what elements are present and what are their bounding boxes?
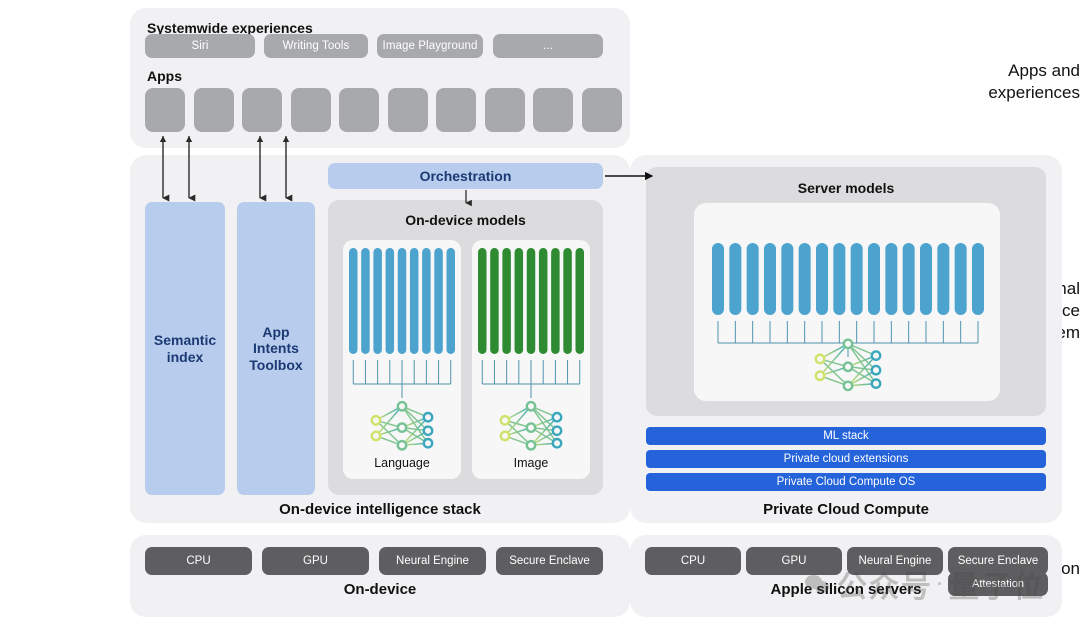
wechat-icon [805,573,831,595]
model-caption-image: Image [513,456,549,470]
server-silicon-chip-cpu[interactable]: CPU [645,547,741,575]
systemwide-pill-label: Siri [191,40,209,52]
app-icon[interactable] [436,88,476,132]
app-icon[interactable] [581,88,622,132]
systemwide-pill-writing-tools[interactable]: Writing Tools [264,34,368,58]
app-icon[interactable] [290,88,331,132]
semantic-index-block[interactable]: Semantic index [145,202,225,495]
watermark-text-1: 公众号 [837,571,933,604]
silicon-chip-gpu[interactable]: GPU [262,547,369,575]
systemwide-pill-label: Writing Tools [282,40,350,52]
app-icon[interactable] [193,88,234,132]
app-intents-toolbox-block[interactable]: App Intents Toolbox [237,202,315,495]
app-icon[interactable] [145,88,185,132]
orchestration-label: Orchestration [419,167,512,184]
watermark-separator: · [937,573,945,594]
semantic-index-label: Semantic index [153,331,217,365]
stack-bar-ml-stack[interactable]: ML stack [646,427,1046,445]
stack-bar-private-cloud-compute-os[interactable]: Private Cloud Compute OS [646,473,1046,491]
systemwide-pill-label: Image Playground [382,40,478,52]
app-icon[interactable] [533,88,573,132]
on-device-silicon-caption: On-device [343,581,417,598]
silicon-chip-neural-engine[interactable]: Neural Engine [379,547,486,575]
model-caption-language: Language [374,456,430,470]
watermark: 公众号 · 量子位 [805,560,1080,608]
silicon-chip-cpu[interactable]: CPU [145,547,252,575]
server-model-card[interactable] [694,203,1000,401]
app-icon[interactable] [484,88,525,132]
private-cloud-compute-caption: Private Cloud Compute [763,501,929,518]
on-device-stack-caption: On-device intelligence stack [279,501,481,518]
stack-bar-private-cloud-extensions[interactable]: Private cloud extensions [646,450,1046,468]
app-icon[interactable] [242,88,282,132]
on-device-models-title: On-device models [405,212,526,228]
apps-title: Apps [147,68,182,84]
row-label-apps-and-experiences: Apps and experiences [988,61,1080,103]
app-intents-toolbox-label: App Intents Toolbox [249,323,303,373]
diagram-root: Apps and experiences Personal Intelligen… [0,0,1080,624]
server-models-title: Server models [797,180,895,196]
systemwide-pill-siri[interactable]: Siri [145,34,255,58]
systemwide-pill-[interactable]: ... [493,34,603,58]
orchestration-block[interactable]: Orchestration [328,163,603,189]
silicon-chip-secure-enclave[interactable]: Secure Enclave [496,547,603,575]
watermark-text-2: 量子位 [949,571,1045,604]
systemwide-pill-image-playground[interactable]: Image Playground [377,34,483,58]
app-icon[interactable] [387,88,428,132]
model-card-image[interactable] [472,240,590,479]
model-card-language[interactable] [343,240,461,479]
app-icon[interactable] [339,88,379,132]
systemwide-pill-label: ... [543,40,553,52]
